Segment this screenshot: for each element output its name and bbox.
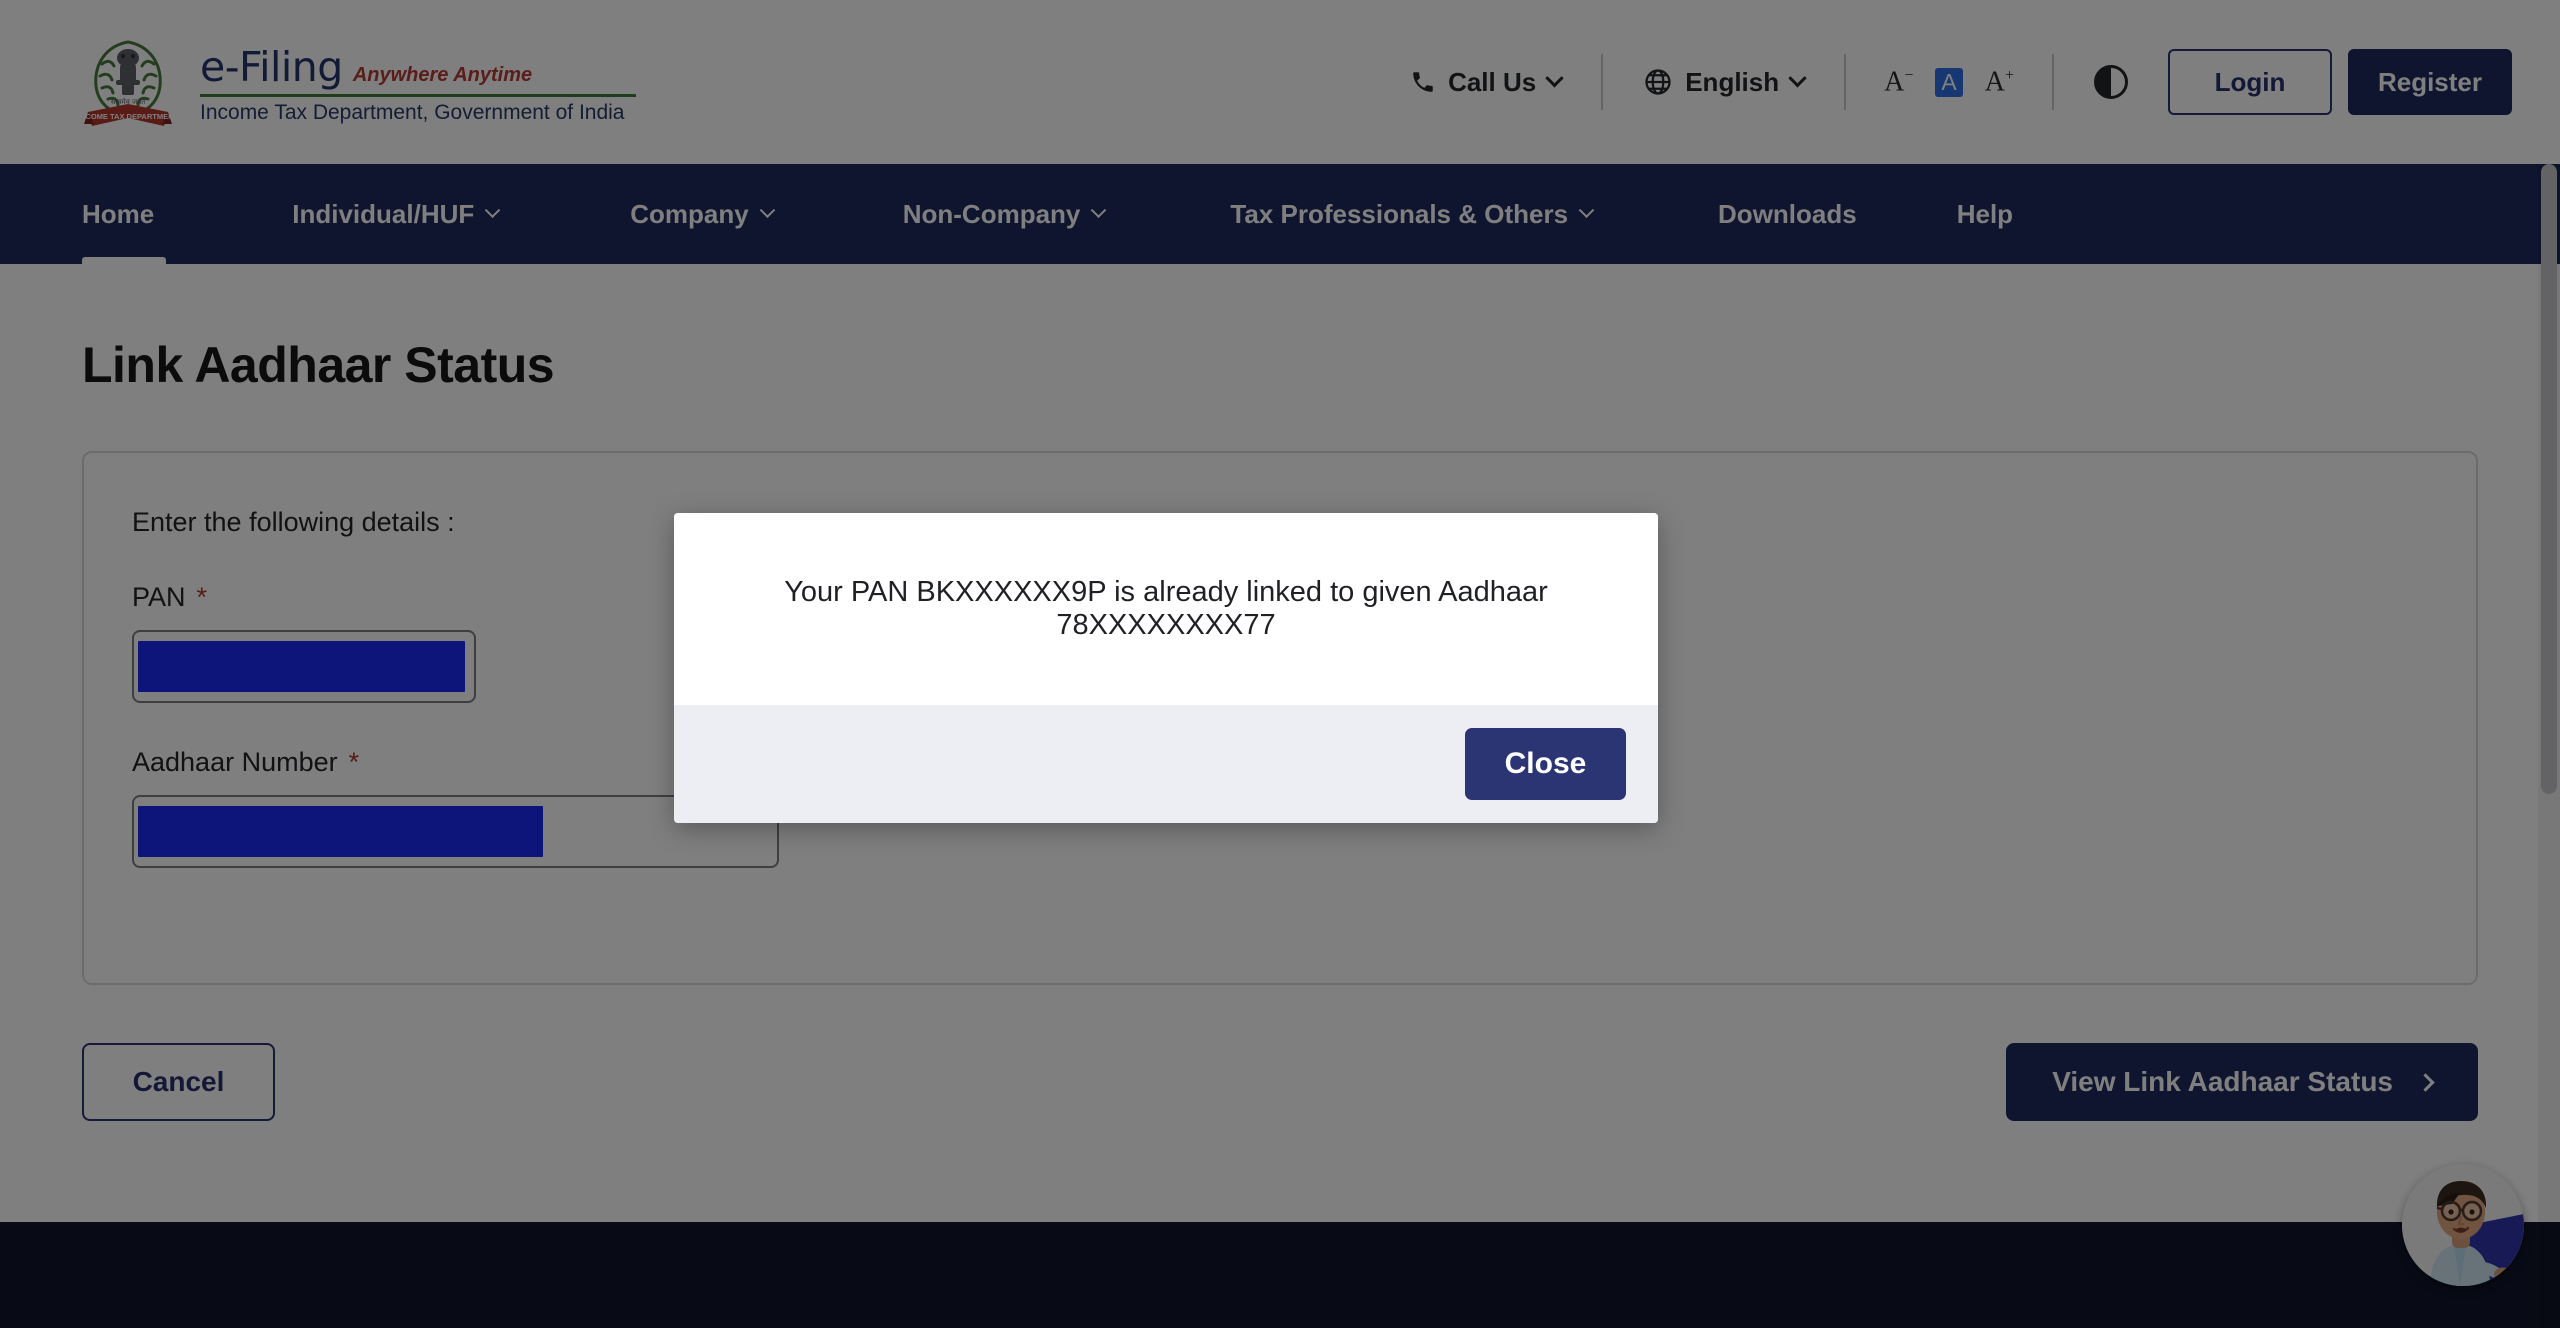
dialog-message: Your PAN BKXXXXXX9P is already linked to… <box>784 576 1548 641</box>
link-status-dialog: Your PAN BKXXXXXX9P is already linked to… <box>674 513 1658 823</box>
dialog-footer: Close <box>674 705 1658 823</box>
page-root: सत्यमेव जयते INCOME TAX DEPARTMENT e-Fil… <box>0 0 2560 1328</box>
dialog-body: Your PAN BKXXXXXX9P is already linked to… <box>674 513 1658 705</box>
close-button[interactable]: Close <box>1465 728 1626 800</box>
